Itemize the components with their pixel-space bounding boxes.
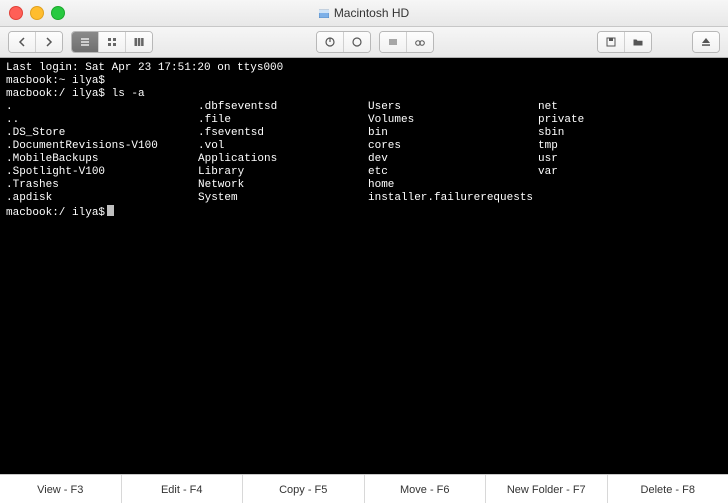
power-icon[interactable] <box>317 32 344 52</box>
toolbar <box>0 27 728 58</box>
ls-row-6: .TrashesNetworkhome <box>6 179 722 192</box>
ls-row-2: .DS_Store.fseventsdbinsbin <box>6 127 722 140</box>
close-button[interactable] <box>9 6 23 20</box>
footer-newfolder[interactable]: New Folder - F7 <box>486 475 608 503</box>
minimize-button[interactable] <box>30 6 44 20</box>
ls-row-7: .apdiskSysteminstaller.failurerequests <box>6 192 722 205</box>
window-title: Macintosh HD <box>0 6 728 20</box>
ls-row-5: .Spotlight-V100Libraryetcvar <box>6 166 722 179</box>
back-button[interactable] <box>9 32 36 52</box>
ls-row-1: ...fileVolumesprivate <box>6 114 722 127</box>
prompt-line-1: macbook:~ ilya$ <box>6 75 722 88</box>
titlebar: Macintosh HD <box>0 0 728 27</box>
zoom-button[interactable] <box>51 6 65 20</box>
icon-view-button[interactable] <box>99 32 126 52</box>
binoculars-icon[interactable] <box>407 32 433 52</box>
column-view-button[interactable] <box>126 32 152 52</box>
nav-buttons <box>8 31 63 53</box>
footer-delete[interactable]: Delete - F8 <box>608 475 728 503</box>
terminal-pane[interactable]: Last login: Sat Apr 23 17:51:20 on ttys0… <box>0 58 728 474</box>
eject-icon[interactable] <box>693 32 719 52</box>
footer-view[interactable]: View - F3 <box>0 475 122 503</box>
ls-row-3: .DocumentRevisions-V100.volcorestmp <box>6 140 722 153</box>
last-login-line: Last login: Sat Apr 23 17:51:20 on ttys0… <box>6 62 722 75</box>
lines-button[interactable] <box>380 32 407 52</box>
prompt-line-3: macbook:/ ilya$ <box>6 205 722 220</box>
folder-icon[interactable] <box>625 32 651 52</box>
traffic-lights <box>0 6 65 20</box>
list-view-button[interactable] <box>72 32 99 52</box>
forward-button[interactable] <box>36 32 62 52</box>
save-icon[interactable] <box>598 32 625 52</box>
center-buttons-1 <box>316 31 371 53</box>
right-buttons-2 <box>692 31 720 53</box>
ls-row-0: ..dbfseventsdUsersnet <box>6 101 722 114</box>
cursor <box>107 205 114 216</box>
right-buttons-1 <box>597 31 652 53</box>
footer-commands: View - F3 Edit - F4 Copy - F5 Move - F6 … <box>0 474 728 503</box>
footer-move[interactable]: Move - F6 <box>365 475 487 503</box>
ls-row-4: .MobileBackupsApplicationsdevusr <box>6 153 722 166</box>
window-title-text: Macintosh HD <box>334 6 409 20</box>
footer-copy[interactable]: Copy - F5 <box>243 475 365 503</box>
view-mode-buttons <box>71 31 153 53</box>
volume-icon <box>319 7 329 17</box>
prompt-line-2: macbook:/ ilya$ ls -a <box>6 88 722 101</box>
circle-button[interactable] <box>344 32 370 52</box>
footer-edit[interactable]: Edit - F4 <box>122 475 244 503</box>
center-buttons-2 <box>379 31 434 53</box>
